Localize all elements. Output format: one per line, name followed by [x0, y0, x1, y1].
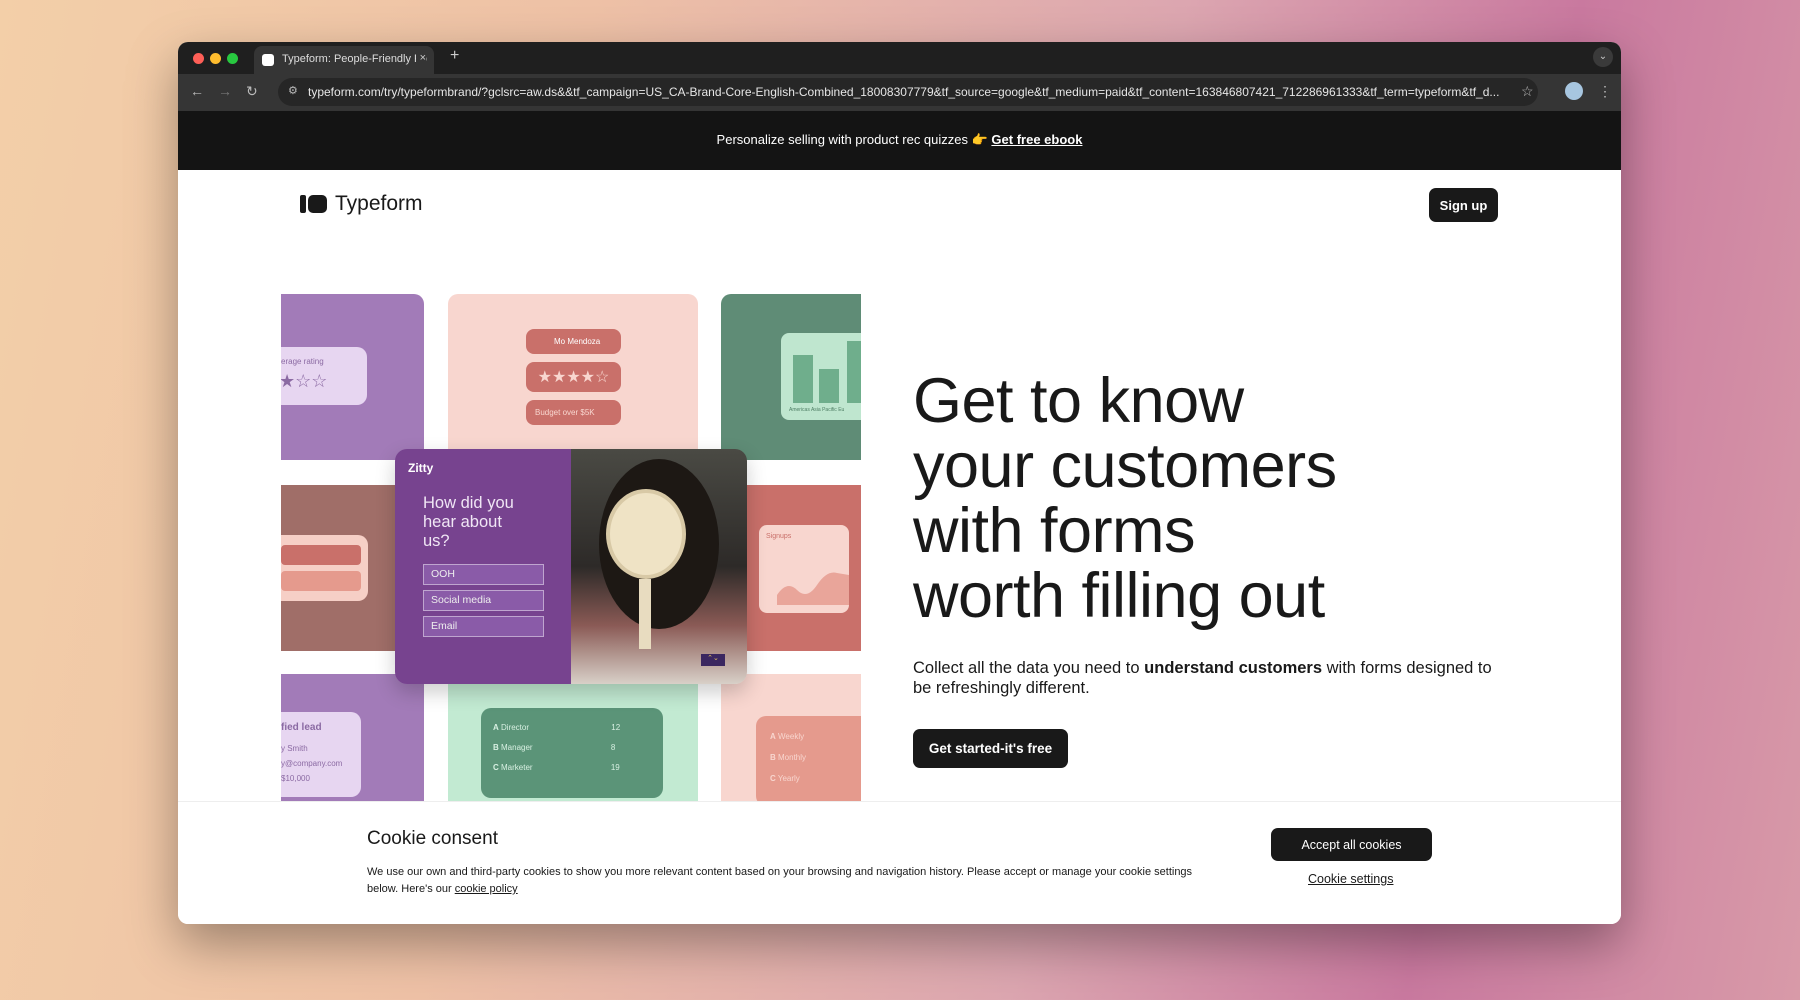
typeform-logo[interactable]: Typeform [300, 192, 423, 216]
rating-tile: erage rating ★☆☆ [281, 294, 424, 460]
rating-card: erage rating ★☆☆ [281, 347, 367, 405]
tab-title: Typeform: People-Friendly Fo [282, 53, 427, 65]
nav-arrows-icon[interactable]: ⌃⌄ [701, 654, 725, 666]
role-option[interactable]: C Marketer 19 [493, 758, 620, 778]
cookie-settings-link[interactable]: Cookie settings [1308, 872, 1393, 886]
frequency-option[interactable]: C Yearly [770, 768, 857, 789]
url-text: typeform.com/try/typeformbrand/?gclsrc=a… [308, 85, 1500, 99]
photo-woman-with-mirror: ⌃⌄ [571, 449, 747, 684]
typeform-favicon-icon [262, 54, 274, 66]
lead-name: y Smith [281, 744, 308, 753]
area-chart [777, 572, 849, 605]
profile-tile: Mo Mendoza ★★★★☆ Budget over $5K [448, 294, 698, 460]
form-panel: Zitty How did you hear about us? OOH Soc… [395, 449, 571, 684]
menu-icon[interactable]: ⋮ [1598, 83, 1612, 100]
tab-typeform[interactable]: Typeform: People-Friendly Fo × [254, 46, 434, 74]
typeform-logo-icon [300, 195, 327, 213]
bar-asia-pacific [819, 369, 839, 403]
signups-label: Signups [766, 533, 792, 540]
progress-card [281, 535, 368, 601]
role-list: A Director 12 B Manager 8 C Marketer 19 [493, 718, 620, 778]
chart-tile: Americas Asia Pacific Eu [721, 294, 861, 460]
lead-title: fied lead [281, 722, 322, 733]
new-tab-icon[interactable]: + [450, 47, 459, 65]
signups-card: Signups [759, 525, 849, 613]
get-free-ebook-link[interactable]: Get free ebook [991, 132, 1082, 147]
lead-amount: $10,000 [281, 774, 310, 783]
frequency-option[interactable]: A Weekly [770, 726, 857, 747]
bar-chart-card: Americas Asia Pacific Eu [781, 333, 861, 420]
hero-subtitle: Collect all the data you need to underst… [913, 659, 1492, 697]
bookmark-star-icon[interactable]: ☆ [1521, 83, 1534, 100]
frequency-tile: A Weekly B Monthly C Yearly [721, 674, 861, 801]
cookie-policy-link[interactable]: cookie policy [455, 883, 518, 895]
roles-tile: A Director 12 B Manager 8 C Marketer 19 [448, 674, 698, 801]
tab-search-icon[interactable]: ⌄ [1593, 47, 1613, 67]
hero-collage: erage rating ★☆☆ Mo Mendoza ★★★★☆ Budget… [281, 294, 861, 801]
toolbar: ← → ↻ ⚙ typeform.com/try/typeformbrand/?… [178, 74, 1621, 111]
profile-avatar[interactable] [1565, 82, 1583, 100]
jeweled-mirror [606, 489, 686, 579]
hero-headline: Get to know your customers with forms worth… [913, 366, 1337, 631]
chart-labels: Americas Asia Pacific Eu [789, 407, 845, 413]
back-icon[interactable]: ← [190, 83, 204, 99]
bar-europe [847, 341, 861, 403]
cookie-consent-banner: Cookie consent We use our own and third-… [178, 801, 1621, 924]
star-rating-icon: ★☆☆ [281, 371, 328, 391]
lead-email: y@company.com [281, 759, 343, 768]
banner-text: Personalize selling with product rec qui… [716, 132, 992, 147]
logo-text: Typeform [335, 192, 423, 215]
option-ooh[interactable]: OOH [423, 564, 544, 585]
close-window-button[interactable] [193, 53, 204, 64]
cookie-title: Cookie consent [367, 828, 498, 849]
reload-icon[interactable]: ↻ [246, 83, 258, 100]
minimize-window-button[interactable] [210, 53, 221, 64]
four-star-icon: ★★★★☆ [526, 362, 621, 392]
get-started-button[interactable]: Get started-it's free [913, 729, 1068, 768]
budget-chip: Budget over $5K [526, 400, 621, 425]
person-chip: Mo Mendoza [526, 329, 621, 354]
tab-bar: Typeform: People-Friendly Fo × + ⌄ [178, 42, 1621, 74]
accept-all-cookies-button[interactable]: Accept all cookies [1271, 828, 1432, 861]
site-settings-icon[interactable]: ⚙ [288, 84, 298, 97]
forward-icon[interactable]: → [218, 83, 232, 99]
frequency-card: A Weekly B Monthly C Yearly [756, 716, 861, 801]
promo-banner: Personalize selling with product rec qui… [178, 111, 1621, 170]
form-question: How did you hear about us? [423, 494, 514, 550]
zitty-form-card: Zitty How did you hear about us? OOH Soc… [395, 449, 747, 684]
option-email[interactable]: Email [423, 616, 544, 637]
sign-up-button[interactable]: Sign up [1429, 188, 1498, 222]
frequency-option[interactable]: B Monthly [770, 747, 857, 768]
maximize-window-button[interactable] [227, 53, 238, 64]
lead-card: fied lead y Smith y@company.com $10,000 [281, 712, 361, 797]
rating-label: erage rating [281, 357, 324, 366]
bar-americas [793, 355, 813, 403]
address-bar[interactable]: ⚙ typeform.com/try/typeformbrand/?gclsrc… [278, 78, 1538, 106]
role-option[interactable]: A Director 12 [493, 718, 620, 738]
roles-card: A Director 12 B Manager 8 C Marketer 19 [481, 708, 663, 798]
lead-tile: fied lead y Smith y@company.com $10,000 [281, 674, 424, 801]
cookie-text: We use our own and third-party cookies t… [367, 866, 1193, 895]
browser-window: Typeform: People-Friendly Fo × + ⌄ ← → ↻… [178, 42, 1621, 924]
role-option[interactable]: B Manager 8 [493, 738, 620, 758]
zitty-logo: Zitty [408, 461, 434, 475]
close-tab-icon[interactable]: × [415, 52, 426, 64]
option-social-media[interactable]: Social media [423, 590, 544, 611]
